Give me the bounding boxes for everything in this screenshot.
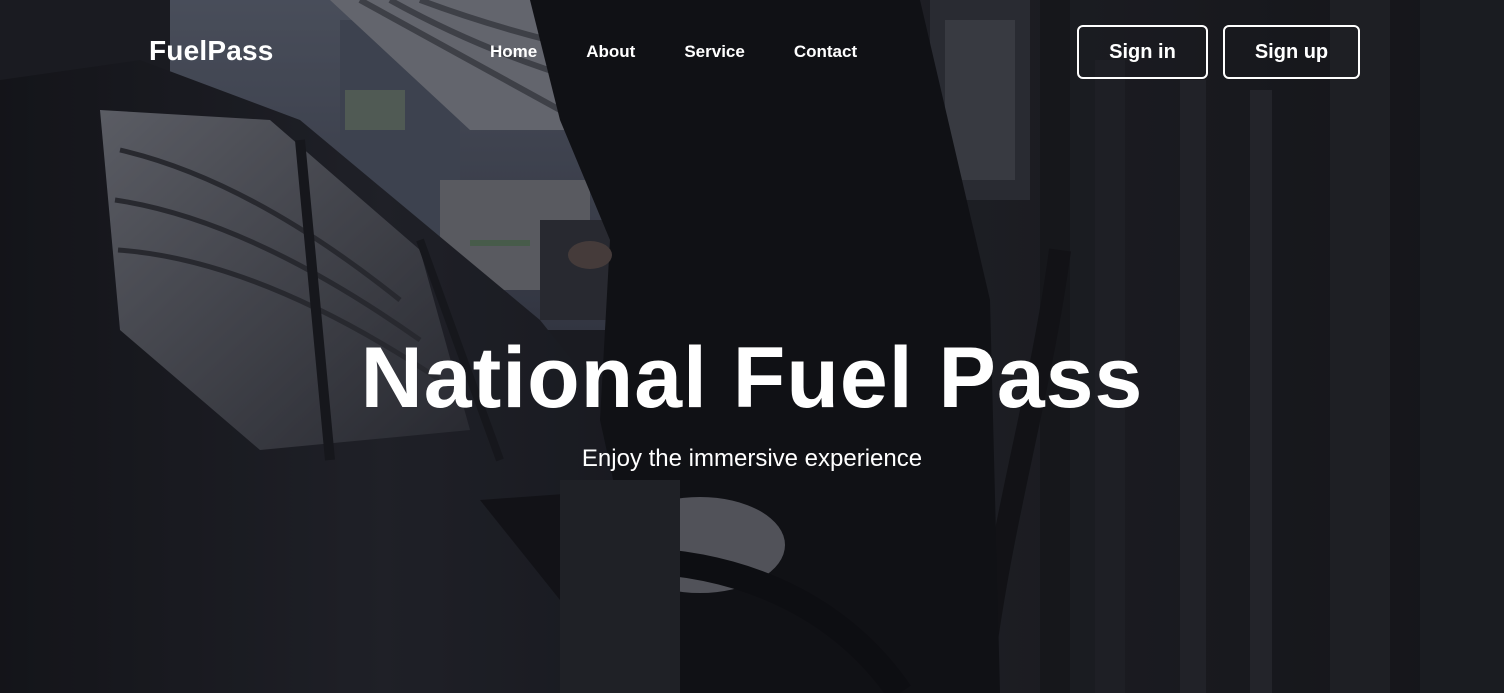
- nav-item-contact: Contact: [794, 40, 857, 64]
- top-navbar: FuelPass Home About Service Contact Sign…: [0, 0, 1504, 104]
- nav-item-service: Service: [684, 40, 745, 64]
- nav-link-about[interactable]: About: [586, 42, 635, 61]
- nav-link-contact[interactable]: Contact: [794, 42, 857, 61]
- sign-in-button[interactable]: Sign in: [1077, 25, 1208, 79]
- sign-up-button[interactable]: Sign up: [1223, 25, 1360, 79]
- hero-title: National Fuel Pass: [360, 330, 1144, 426]
- hero-subtitle: Enjoy the immersive experience: [581, 445, 923, 472]
- hero-section: FuelPass Home About Service Contact Sign…: [0, 0, 1504, 693]
- nav-link-home[interactable]: Home: [490, 42, 537, 61]
- auth-buttons: Sign in Sign up: [1077, 25, 1360, 79]
- nav-links: Home About Service Contact: [490, 40, 906, 64]
- brand-logo[interactable]: FuelPass: [149, 34, 274, 68]
- nav-item-about: About: [586, 40, 635, 64]
- nav-item-home: Home: [490, 40, 537, 64]
- nav-link-service[interactable]: Service: [684, 42, 745, 61]
- hero-content: National Fuel Pass Enjoy the immersive e…: [0, 328, 1504, 474]
